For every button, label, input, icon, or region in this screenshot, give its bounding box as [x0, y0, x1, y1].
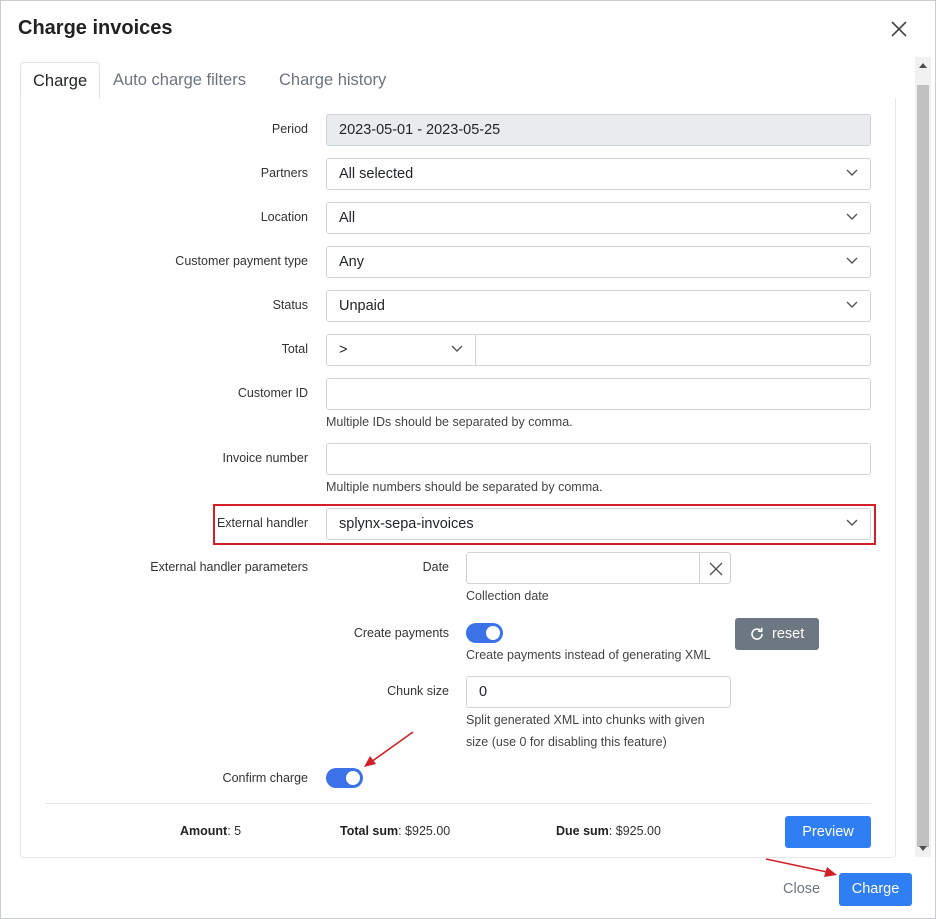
location-value: All [339, 210, 356, 226]
scrollbar-thumb[interactable] [917, 85, 929, 847]
close-icon [709, 562, 723, 576]
dialog-title: Charge invoices [18, 17, 173, 39]
period-field[interactable]: 2023-05-01 - 2023-05-25 [326, 114, 871, 146]
reset-label: reset [772, 626, 805, 642]
invoice-number-help: Multiple numbers should be separated by … [326, 480, 603, 494]
scroll-down-arrow-icon[interactable] [919, 846, 927, 851]
toggle-knob [486, 626, 500, 640]
reset-button[interactable]: reset [735, 618, 819, 650]
date-label: Date [422, 560, 449, 574]
total-operator-select[interactable]: > [326, 334, 476, 366]
customer-id-label: Customer ID [237, 386, 308, 400]
status-label: Status [272, 298, 308, 312]
chevron-down-icon [846, 213, 858, 220]
create-payments-help: Create payments instead of generating XM… [466, 648, 711, 662]
period-label: Period [271, 122, 308, 136]
location-label: Location [260, 210, 308, 224]
confirm-charge-toggle[interactable] [326, 768, 363, 788]
due-sum-summary: Due sum: $925.00 [556, 824, 661, 838]
scroll-up-arrow-icon[interactable] [919, 63, 927, 68]
date-input[interactable] [466, 552, 700, 584]
partners-select[interactable]: All selected [326, 158, 871, 190]
create-payments-label: Create payments [353, 626, 449, 640]
chevron-down-icon [451, 345, 463, 352]
close-button[interactable]: Close [783, 881, 820, 897]
invoice-number-label: Invoice number [222, 451, 308, 465]
chevron-down-icon [846, 301, 858, 308]
due-sum-value: : $925.00 [608, 824, 661, 838]
close-icon[interactable] [887, 17, 911, 41]
total-value-input[interactable] [475, 334, 871, 366]
total-sum-summary: Total sum: $925.00 [340, 824, 450, 838]
customer-id-input[interactable] [326, 378, 871, 410]
toggle-knob [346, 771, 360, 785]
charge-button[interactable]: Charge [839, 873, 912, 906]
amount-value: : 5 [227, 824, 242, 838]
external-handler-parameters-label: External handler parameters [150, 560, 308, 574]
status-select[interactable]: Unpaid [326, 290, 871, 322]
customer-payment-type-label: Customer payment type [175, 254, 308, 268]
total-sum-value: : $925.00 [398, 824, 451, 838]
create-payments-toggle[interactable] [466, 623, 503, 643]
chevron-down-icon [846, 257, 858, 264]
total-label: Total [281, 342, 308, 356]
external-handler-select[interactable]: splynx-sepa-invoices [326, 508, 871, 540]
refresh-icon [751, 627, 763, 640]
total-operator-value: > [339, 342, 348, 358]
amount-label: Amount [180, 824, 228, 838]
external-handler-label: External handler [216, 516, 308, 530]
total-sum-label: Total sum [340, 824, 399, 838]
amount-summary: Amount: 5 [180, 824, 241, 838]
date-clear-button[interactable] [699, 552, 731, 584]
customer-payment-type-select[interactable]: Any [326, 246, 871, 278]
tab-charge-history[interactable]: Charge history [279, 62, 386, 99]
location-select[interactable]: All [326, 202, 871, 234]
external-handler-value: splynx-sepa-invoices [339, 516, 474, 532]
customer-id-help: Multiple IDs should be separated by comm… [326, 415, 573, 429]
status-value: Unpaid [339, 298, 385, 314]
confirm-charge-label: Confirm charge [222, 771, 308, 785]
invoice-number-input[interactable] [326, 443, 871, 475]
chevron-down-icon [846, 519, 858, 526]
customer-payment-type-value: Any [339, 254, 364, 270]
due-sum-label: Due sum [556, 824, 609, 838]
charge-invoices-dialog: Charge invoices Charge Auto charge filte… [0, 0, 936, 919]
partners-value: All selected [339, 166, 414, 182]
chunk-size-label: Chunk size [387, 684, 449, 698]
date-help: Collection date [466, 589, 549, 603]
preview-button[interactable]: Preview [785, 816, 871, 848]
tab-charge[interactable]: Charge [20, 62, 101, 99]
chunk-size-help-line-1: Split generated XML into chunks with giv… [466, 713, 705, 727]
partners-label: Partners [260, 166, 308, 180]
chunk-size-input[interactable]: 0 [466, 676, 731, 708]
tab-auto-charge-filters[interactable]: Auto charge filters [113, 62, 246, 99]
chunk-size-help-line-2: size (use 0 for disabling this feature) [466, 735, 667, 749]
summary-divider [45, 803, 871, 804]
chevron-down-icon [846, 169, 858, 176]
scrollbar[interactable] [915, 57, 931, 857]
